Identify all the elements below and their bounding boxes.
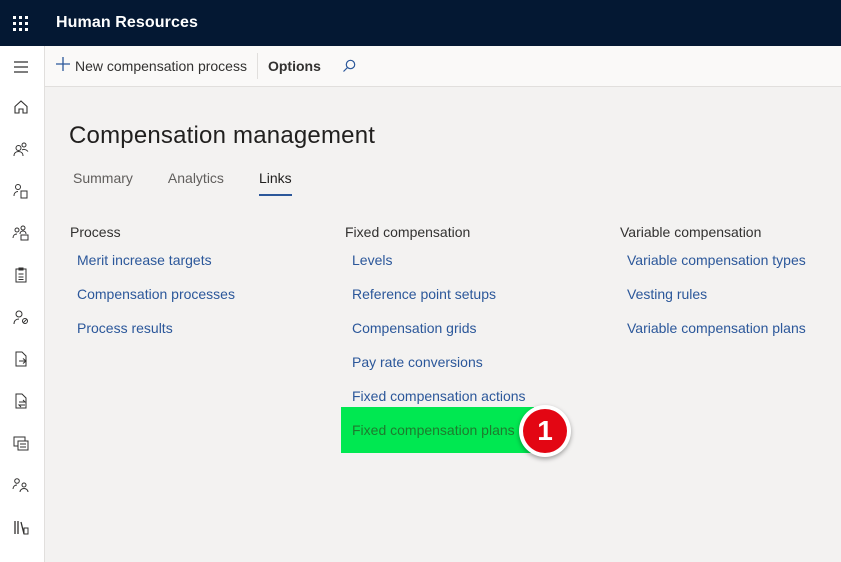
link-vesting-rules[interactable]: Vesting rules xyxy=(627,286,707,302)
search-icon[interactable] xyxy=(331,46,367,87)
variable-compensation-column-header: Variable compensation xyxy=(620,224,761,244)
app-title[interactable]: Human Resources xyxy=(56,14,198,32)
new-compensation-process-button[interactable]: New compensation process xyxy=(45,46,257,87)
person-settings-icon[interactable] xyxy=(10,306,32,328)
action-pane: New compensation process Options xyxy=(45,46,841,87)
tab-strip: Summary Analytics Links xyxy=(73,170,327,196)
link-variable-compensation-types[interactable]: Variable compensation types xyxy=(627,252,806,268)
tab-links[interactable]: Links xyxy=(258,170,292,196)
link-compensation-processes[interactable]: Compensation processes xyxy=(77,286,235,302)
column-header: Variable compensation xyxy=(620,224,762,240)
page-title: Compensation management xyxy=(69,122,376,149)
person-document-icon[interactable] xyxy=(10,180,32,202)
link-reference-point-setups[interactable]: Reference point setups xyxy=(352,286,496,302)
top-bar: Human Resources xyxy=(0,0,841,46)
link-process-results[interactable]: Process results xyxy=(77,320,173,336)
column-header: Process xyxy=(70,224,121,240)
document-transfer-icon[interactable] xyxy=(10,390,32,412)
people-icon[interactable] xyxy=(10,138,32,160)
process-column-header: Process xyxy=(70,224,121,244)
link-levels[interactable]: Levels xyxy=(352,252,392,268)
link-fixed-compensation-plans[interactable]: Fixed compensation plans xyxy=(352,422,515,438)
hamburger-menu-icon[interactable] xyxy=(10,56,32,78)
clipboard-icon[interactable] xyxy=(10,264,32,286)
new-compensation-process-label: New compensation process xyxy=(75,58,247,74)
add-icon xyxy=(55,56,71,76)
column-header: Fixed compensation xyxy=(345,224,471,240)
link-merit-increase-targets[interactable]: Merit increase targets xyxy=(77,252,212,268)
step-number: 1 xyxy=(523,409,567,453)
library-icon[interactable] xyxy=(10,516,32,538)
document-arrow-icon[interactable] xyxy=(10,348,32,370)
home-icon[interactable] xyxy=(10,96,32,118)
fixed-compensation-column-header: Fixed compensation xyxy=(345,224,470,244)
left-nav xyxy=(0,46,45,562)
options-button[interactable]: Options xyxy=(258,46,331,87)
link-compensation-grids[interactable]: Compensation grids xyxy=(352,320,477,336)
tab-analytics[interactable]: Analytics xyxy=(168,170,224,196)
link-pay-rate-conversions[interactable]: Pay rate conversions xyxy=(352,354,483,370)
people-group-icon[interactable] xyxy=(10,474,32,496)
compensation-icon[interactable] xyxy=(10,432,32,454)
app-launcher-icon[interactable] xyxy=(0,0,40,46)
step-badge: 1 xyxy=(519,405,571,457)
link-fixed-compensation-actions[interactable]: Fixed compensation actions xyxy=(352,388,526,404)
team-icon[interactable] xyxy=(10,222,32,244)
link-variable-compensation-plans[interactable]: Variable compensation plans xyxy=(627,320,806,336)
tab-summary[interactable]: Summary xyxy=(73,170,133,196)
